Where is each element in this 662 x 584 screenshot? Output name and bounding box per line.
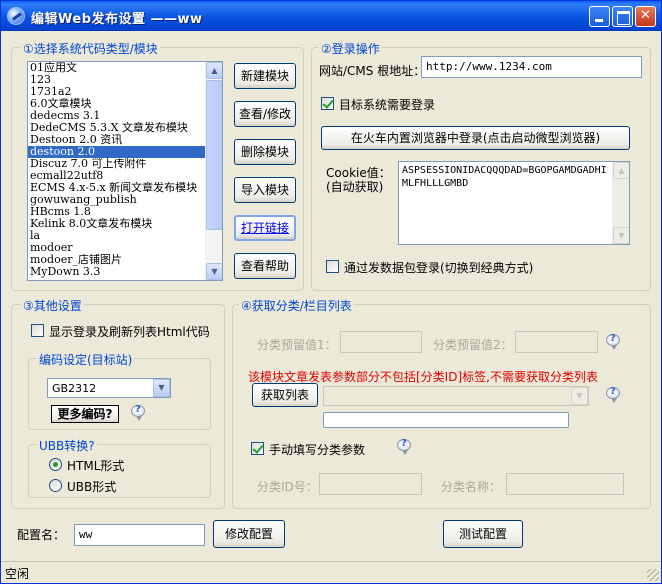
cookie-textarea[interactable]: ASPSESSIONIDACQQQDAD=BGOPGAMDGADHIMLFHLL… [398, 161, 630, 245]
module-list-item[interactable]: modoer_店铺图片 [28, 254, 206, 266]
view-help-button[interactable]: 查看帮助 [234, 253, 296, 279]
module-list[interactable]: 01应用文 123 1731a2 6.0文章模块 dedecms 3.1 DedeCMS … [27, 61, 223, 281]
encoding-help-icon[interactable] [131, 404, 145, 421]
chevron-up-icon: ▲ [618, 166, 625, 175]
manual-category-checkbox[interactable] [251, 442, 264, 455]
status-text: 空闲 [5, 567, 30, 581]
test-config-button[interactable]: 测试配置 [443, 520, 523, 548]
reserved2-label: 分类预留值2： [433, 338, 513, 352]
need-login-label: 目标系统需要登录 [339, 98, 436, 112]
ubb-legend: UBB转换? [37, 437, 97, 454]
scroll-down-button[interactable]: ▼ [206, 263, 222, 280]
new-module-button[interactable]: 新建模块 [234, 63, 296, 89]
browser-login-button[interactable]: 在火车内置浏览器中登录(点击启动微型浏览器) [321, 126, 630, 150]
encoding-select[interactable]: GB2312 ▼ [47, 378, 171, 398]
chevron-up-icon: ▲ [211, 66, 218, 75]
category-select[interactable]: ▼ [323, 386, 589, 406]
scroll-up-button[interactable]: ▲ [206, 62, 222, 79]
category-id-label: 分类ID号： [257, 480, 318, 494]
cookie-scroll-up-button[interactable]: ▲ [613, 162, 629, 179]
resize-grip-icon[interactable] [647, 569, 659, 581]
encoding-value: GB2312 [52, 382, 97, 395]
minimize-button[interactable] [589, 6, 610, 27]
open-link-button[interactable]: 打开链接 [234, 215, 296, 241]
encoding-legend: 编码设定(目标站) [37, 351, 135, 368]
module-list-item[interactable]: 123 [28, 74, 206, 86]
module-list-item[interactable]: ECMS 4.x-5.x 新闻文章发布模块 [28, 182, 206, 194]
status-bar: 空闲 [1, 561, 661, 583]
html-option-label: HTML形式 [67, 459, 125, 473]
get-list-button[interactable]: 获取列表 [252, 383, 318, 407]
app-icon [7, 7, 25, 25]
url-label: 网站/CMS 根地址： [319, 64, 426, 78]
title-bar[interactable]: 编辑Web发布设置 ——ww ✕ [1, 1, 661, 31]
module-list-item[interactable]: la [28, 230, 206, 242]
show-html-label: 显示登录及刷新列表Html代码 [49, 325, 210, 339]
module-list-item[interactable]: DedeCMS 5.3.X 文章发布模块 [28, 122, 206, 134]
module-list-items: 01应用文 123 1731a2 6.0文章模块 dedecms 3.1 DedeCMS … [28, 62, 222, 278]
chevron-down-icon: ▼ [576, 391, 583, 400]
maximize-button[interactable] [612, 6, 633, 27]
category-legend: ④获取分类/栏目列表 [239, 297, 354, 314]
view-edit-module-button[interactable]: 查看/修改 [234, 101, 296, 127]
reserved-help-icon[interactable] [606, 333, 620, 350]
url-input[interactable]: http://www.1234.com [421, 56, 642, 78]
login-group-legend: ②登录操作 [319, 40, 382, 57]
config-name-input[interactable]: ww [74, 524, 205, 546]
category-name-label: 分类名称： [441, 480, 502, 494]
packet-login-label: 通过发数据包登录(切换到经典方式) [344, 261, 534, 275]
packet-login-checkbox[interactable] [326, 260, 339, 273]
module-list-scrollbar[interactable]: ▲ ▼ [205, 62, 222, 280]
module-list-item[interactable]: Discuz 7.0 可上传附件 [28, 158, 206, 170]
module-list-item[interactable]: destoon 2.0 [28, 145, 207, 159]
category-name-input[interactable] [506, 473, 624, 495]
module-list-item[interactable]: 01应用文 [28, 62, 206, 74]
module-list-item[interactable]: dedecms 3.1 [28, 110, 206, 122]
ubb-option-radio[interactable] [49, 479, 62, 492]
module-list-item[interactable]: Destoon 2.0 资讯 [28, 134, 206, 146]
module-list-item[interactable]: 6.0文章模块 [28, 98, 206, 110]
chevron-down-icon: ▼ [158, 383, 165, 392]
show-html-checkbox[interactable] [31, 324, 44, 337]
scroll-thumb[interactable] [206, 80, 222, 230]
import-module-button[interactable]: 导入模块 [234, 177, 296, 203]
manual-category-label: 手动填写分类参数 [269, 443, 366, 457]
module-list-item[interactable]: gowuwang_publish [28, 194, 206, 206]
other-settings-legend: ③其他设置 [21, 297, 84, 314]
category-filter-input[interactable] [323, 412, 569, 428]
main-window: 编辑Web发布设置 ——ww ✕ ①选择系统代码类型/模块 01应用文 123 17… [0, 0, 662, 584]
category-help-icon[interactable] [606, 386, 620, 403]
chevron-down-icon: ▼ [618, 231, 625, 240]
reserved1-label: 分类预留值1： [257, 338, 337, 352]
manual-help-icon[interactable] [397, 438, 411, 455]
delete-module-button[interactable]: 删除模块 [234, 139, 296, 165]
module-list-item[interactable]: HBcms 1.8 [28, 206, 206, 218]
cookie-scrollbar[interactable]: ▲ ▼ [612, 162, 629, 244]
close-icon: ✕ [640, 8, 651, 23]
config-name-label: 配置名： [17, 528, 66, 542]
cookie-sub-label: (自动获取) [326, 180, 384, 194]
encoding-dropdown-button[interactable]: ▼ [153, 379, 170, 397]
module-list-item[interactable]: modoer [28, 242, 206, 254]
modify-config-button[interactable]: 修改配置 [213, 520, 285, 548]
module-list-item[interactable]: 1731a2 [28, 86, 206, 98]
module-list-item[interactable]: MyDown 3.3 [28, 266, 206, 278]
module-list-item[interactable]: ecmall22utf8 [28, 170, 206, 182]
cookie-value: ASPSESSIONIDACQQQDAD=BGOPGAMDGADHIMLFHLL… [402, 165, 607, 189]
window-title: 编辑Web发布设置 ——ww [31, 12, 203, 27]
close-button[interactable]: ✕ [635, 6, 656, 27]
reserved1-input[interactable] [340, 331, 422, 353]
html-option-radio[interactable] [49, 458, 62, 471]
module-list-item[interactable]: Kelink 8.0文章发布模块 [28, 218, 206, 230]
need-login-checkbox[interactable] [321, 97, 334, 110]
ubb-option-label: UBB形式 [67, 480, 117, 494]
category-dropdown-button[interactable]: ▼ [571, 387, 588, 405]
reserved2-input[interactable] [515, 331, 598, 353]
chevron-down-icon: ▼ [211, 267, 218, 276]
more-encoding-button[interactable]: 更多编码? [51, 405, 119, 423]
category-id-input[interactable] [319, 473, 422, 495]
module-group-legend: ①选择系统代码类型/模块 [21, 40, 160, 57]
cookie-scroll-down-button[interactable]: ▼ [613, 227, 629, 244]
